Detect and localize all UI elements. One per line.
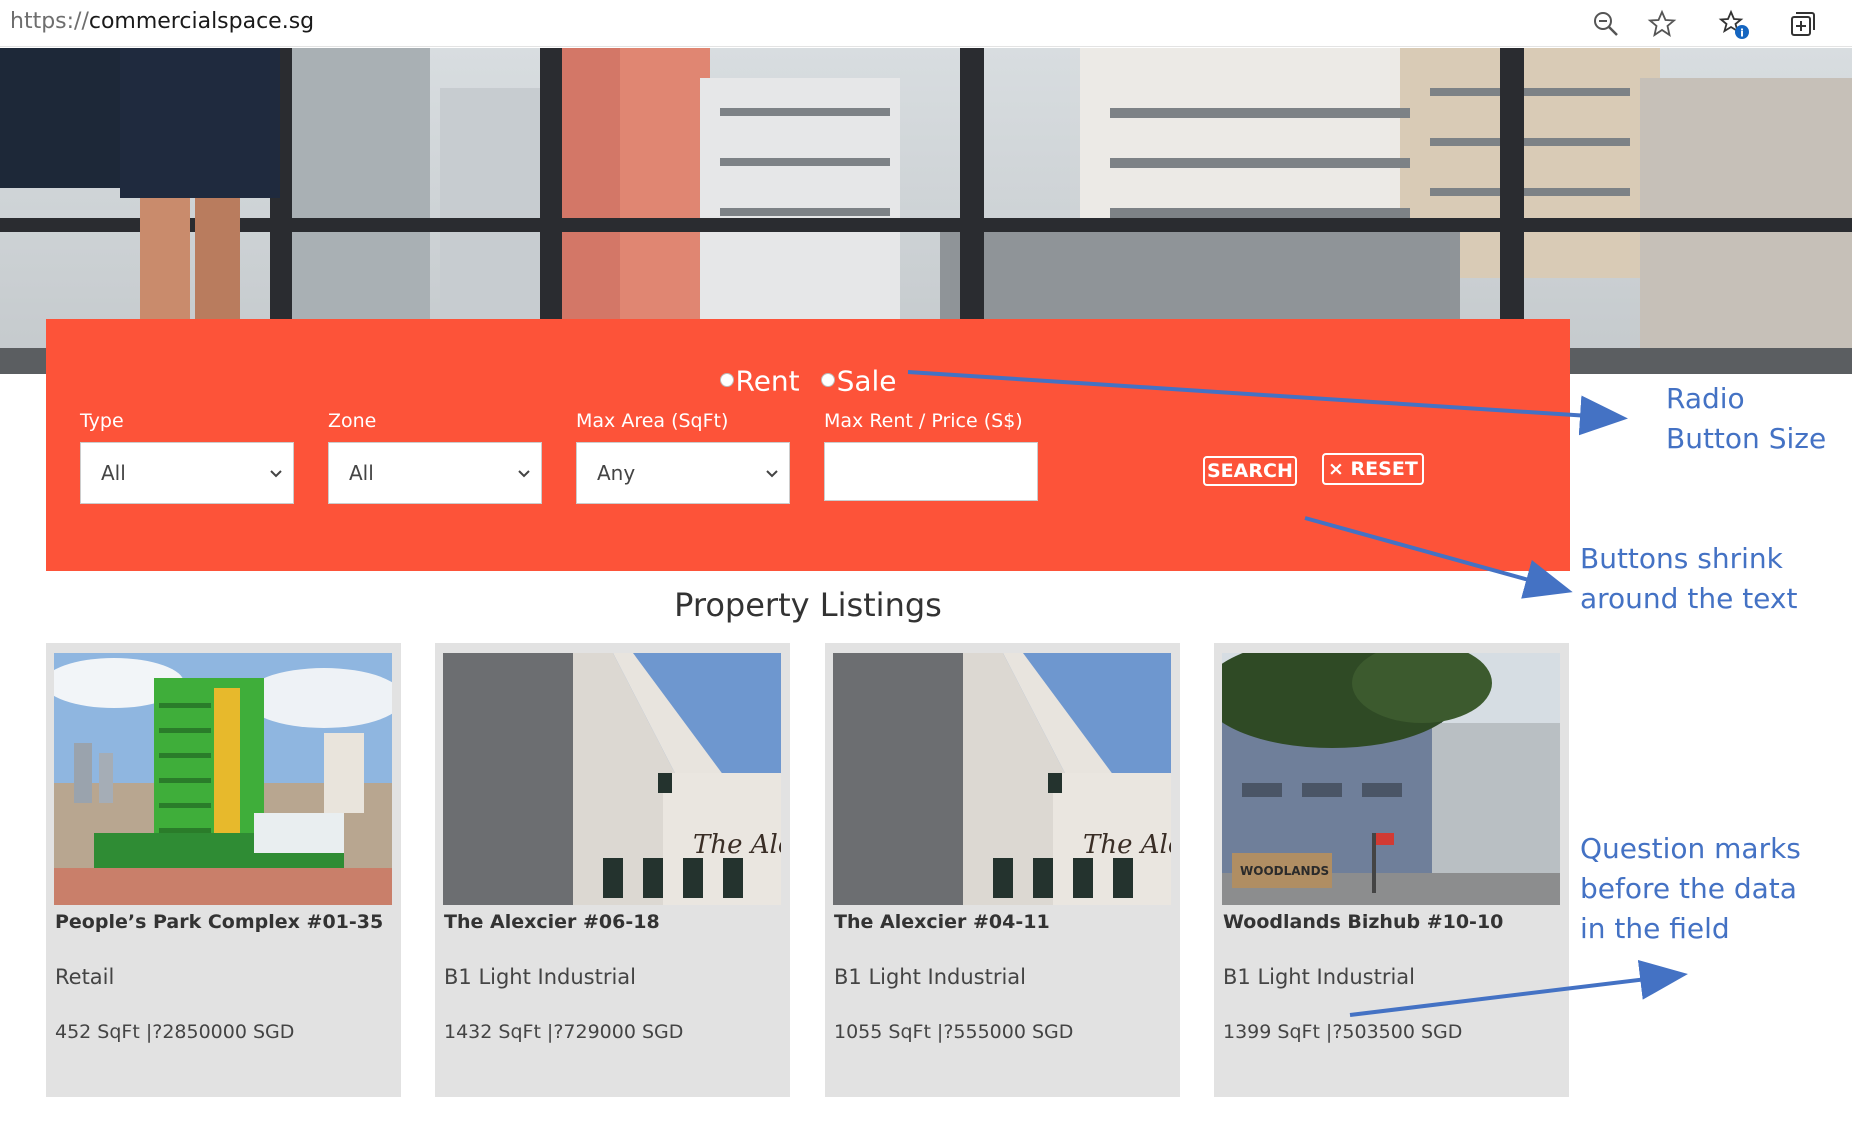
search-panel: Rent Sale Type All Zone All Max Area (Sq…: [46, 319, 1570, 571]
property-type: Retail: [55, 965, 115, 989]
zone-select[interactable]: All: [328, 442, 542, 504]
radio-rent-label: Rent: [735, 364, 800, 398]
close-icon: ×: [1328, 458, 1344, 480]
question-annotation-line-2: before the data: [1580, 872, 1797, 905]
favorites-list-icon[interactable]: i: [1718, 8, 1750, 40]
property-photo[interactable]: WOODLANDS: [1222, 653, 1560, 905]
radio-rent-dot[interactable]: [719, 372, 734, 387]
buttons-annotation-line-2: around the text: [1580, 582, 1798, 615]
listing-card[interactable]: People’s Park Complex #01-35 Retail 452 …: [46, 643, 401, 1097]
url-scheme: https://: [10, 9, 89, 34]
search-button[interactable]: SEARCH: [1203, 456, 1297, 486]
radio-rent[interactable]: Rent: [719, 363, 800, 398]
property-area-price: 452 SqFt |?2850000 SGD: [55, 1021, 295, 1043]
buttons-annotation: Buttons shrink around the text: [1580, 539, 1797, 619]
property-photo[interactable]: The Alexcier: [443, 653, 781, 905]
max-price-input[interactable]: [824, 442, 1038, 501]
property-area-price: 1399 SqFt |?503500 SGD: [1223, 1021, 1463, 1043]
property-type: B1 Light Industrial: [444, 965, 637, 989]
listings-title: Property Listings: [674, 586, 942, 624]
favorite-star-icon[interactable]: [1646, 8, 1678, 40]
svg-text:The Alexcier: The Alexcier: [693, 830, 781, 860]
property-name[interactable]: The Alexcier #06-18: [444, 911, 660, 933]
browser-address-bar[interactable]: https://commercialspace.sg i: [0, 0, 1852, 47]
radio-annotation-line-1: Radio: [1666, 382, 1745, 415]
rent-sale-radio-group: Rent Sale: [46, 362, 1570, 397]
listing-card[interactable]: The Alexcier The Alexcier #04-11 B1 Ligh…: [825, 643, 1180, 1097]
property-area-price: 1055 SqFt |?555000 SGD: [834, 1021, 1074, 1043]
radio-sale-dot[interactable]: [820, 372, 835, 387]
property-name[interactable]: People’s Park Complex #01-35: [55, 911, 383, 933]
radio-annotation-line-2: Button Size: [1666, 422, 1827, 455]
chevron-down-icon: [518, 470, 530, 478]
radio-annotation: Radio Button Size: [1666, 379, 1826, 459]
radio-sale[interactable]: Sale: [820, 363, 897, 398]
collections-icon[interactable]: [1786, 8, 1818, 40]
listing-card[interactable]: The Alexcier The Alexcier #06-18 B1 Ligh…: [435, 643, 790, 1097]
svg-text:The Alexcier: The Alexcier: [1083, 830, 1171, 860]
max-area-select-value: Any: [597, 461, 636, 485]
max-price-label: Max Rent / Price (S$): [824, 410, 1023, 432]
zone-select-value: All: [349, 461, 374, 485]
zone-label: Zone: [328, 410, 377, 432]
property-photo[interactable]: The Alexcier: [833, 653, 1171, 905]
chevron-down-icon: [766, 470, 778, 478]
type-select-value: All: [101, 461, 126, 485]
type-label: Type: [80, 410, 124, 432]
property-photo[interactable]: [54, 653, 392, 905]
chevron-down-icon: [270, 470, 282, 478]
property-area-price: 1432 SqFt |?729000 SGD: [444, 1021, 684, 1043]
url-host: commercialspace.sg: [88, 9, 315, 34]
listing-card[interactable]: WOODLANDS Woodlands Bizhub #10-10 B1 Lig…: [1214, 643, 1569, 1097]
question-annotation: Question marks before the data in the fi…: [1580, 829, 1801, 949]
question-annotation-line-1: Question marks: [1580, 832, 1801, 865]
url-text[interactable]: https://commercialspace.sg: [10, 9, 314, 34]
buttons-annotation-line-1: Buttons shrink: [1580, 542, 1783, 575]
max-area-select[interactable]: Any: [576, 442, 790, 504]
question-annotation-line-3: in the field: [1580, 912, 1730, 945]
max-area-label: Max Area (SqFt): [576, 410, 729, 432]
svg-text:WOODLANDS: WOODLANDS: [1240, 864, 1329, 878]
svg-text:i: i: [1740, 27, 1744, 40]
type-select[interactable]: All: [80, 442, 294, 504]
property-type: B1 Light Industrial: [834, 965, 1027, 989]
zoom-icon[interactable]: [1590, 8, 1622, 40]
property-type: B1 Light Industrial: [1223, 965, 1416, 989]
property-name[interactable]: The Alexcier #04-11: [834, 911, 1050, 933]
radio-sale-label: Sale: [836, 364, 897, 398]
property-name[interactable]: Woodlands Bizhub #10-10: [1223, 911, 1503, 933]
reset-button-label: RESET: [1350, 458, 1418, 480]
reset-button[interactable]: × RESET: [1322, 453, 1424, 485]
